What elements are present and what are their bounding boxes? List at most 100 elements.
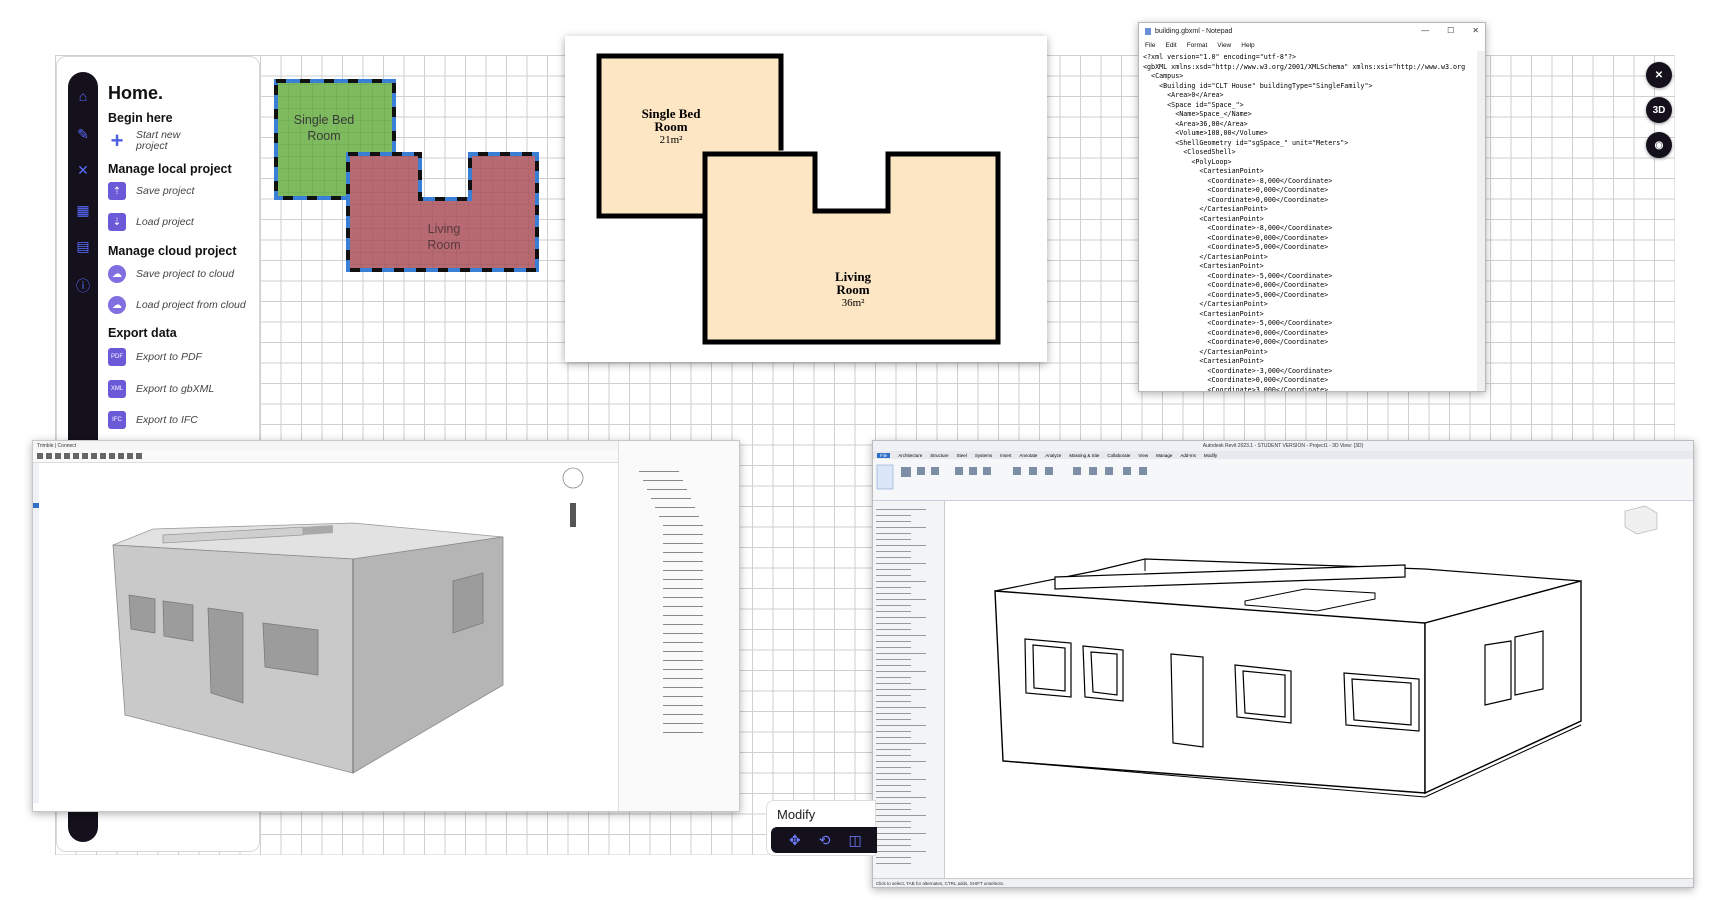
revit-status-bar: Click to select, TAB for alternates, CTR… — [873, 878, 1693, 887]
revit-tab[interactable]: Modify — [1204, 453, 1217, 458]
revit-tab[interactable]: Add-Ins — [1180, 453, 1196, 458]
revit-tab[interactable]: Collaborate — [1107, 453, 1130, 458]
tool-icon[interactable] — [118, 453, 124, 459]
export-ifc-button[interactable]: IFC Export to IFC — [108, 411, 198, 429]
tree-row[interactable] — [663, 588, 703, 589]
home-icon[interactable]: ⌂ — [75, 88, 91, 104]
text-line: </CartesianPoint> — [1143, 347, 1268, 356]
tool-icon[interactable] — [37, 453, 43, 459]
modify-actions: ✥ ⟲ ◫ — [771, 827, 877, 853]
tree-row[interactable] — [647, 489, 687, 490]
export-pdf-button[interactable]: PDF Export to PDF — [108, 348, 202, 366]
tree-row[interactable] — [663, 624, 703, 625]
tree-row[interactable] — [663, 561, 703, 562]
revit-tab[interactable]: Architecture — [898, 453, 922, 458]
tree-row[interactable] — [663, 660, 703, 661]
tool-icon[interactable] — [91, 453, 97, 459]
tree-row[interactable] — [663, 534, 703, 535]
revit-tab[interactable]: File — [877, 452, 891, 458]
notepad-menu-format[interactable]: Format — [1187, 42, 1208, 49]
tree-row[interactable] — [663, 714, 703, 715]
minimize-button[interactable]: — — [1421, 26, 1429, 35]
notepad-menu-file[interactable]: File — [1145, 42, 1155, 49]
tree-row[interactable] — [663, 696, 703, 697]
tree-row[interactable] — [663, 597, 703, 598]
property-row — [876, 677, 911, 678]
tree-row[interactable] — [663, 615, 703, 616]
tree-row[interactable] — [663, 732, 703, 733]
revit-tab[interactable]: Systems — [975, 453, 992, 458]
load-project-button[interactable]: ⇣ Load project — [108, 213, 194, 231]
tree-row[interactable] — [663, 579, 703, 580]
tool-icon[interactable] — [73, 453, 79, 459]
tree-row[interactable] — [639, 471, 679, 472]
property-row — [876, 587, 911, 588]
tree-row[interactable] — [663, 552, 703, 553]
split-icon[interactable]: ◫ — [848, 832, 861, 849]
tree-row[interactable] — [663, 723, 703, 724]
load-from-cloud-button[interactable]: ☁ Load project from cloud — [108, 296, 246, 314]
tree-row[interactable] — [663, 642, 703, 643]
revit-tab[interactable]: Steel — [957, 453, 967, 458]
tree-row[interactable] — [663, 669, 703, 670]
rotate-icon[interactable]: ⟲ — [819, 832, 831, 849]
tree-row[interactable] — [663, 651, 703, 652]
info-icon[interactable]: ⓘ — [75, 278, 91, 294]
revit-tab[interactable]: Structure — [930, 453, 948, 458]
notepad-text-area[interactable]: <?xml version="1.0" encoding="utf-8"?> <g… — [1139, 51, 1485, 391]
tree-row[interactable] — [663, 705, 703, 706]
tree-row[interactable] — [663, 678, 703, 679]
tree-row[interactable] — [663, 543, 703, 544]
edit-icon[interactable]: ✎ — [75, 126, 91, 142]
start-new-project-button[interactable]: + Start new project — [108, 128, 196, 153]
tree-row[interactable] — [663, 687, 703, 688]
revit-tab[interactable]: Analyze — [1045, 453, 1061, 458]
report-icon[interactable]: ▤ — [75, 238, 91, 254]
text-line: <Space id="Space_"> — [1143, 100, 1244, 109]
revit-3d-viewport[interactable] — [945, 501, 1694, 881]
tool-icon[interactable] — [82, 453, 88, 459]
tree-row[interactable] — [663, 606, 703, 607]
text-line: <CartesianPoint> — [1143, 309, 1264, 318]
tools-icon[interactable]: ✕ — [75, 162, 91, 178]
tree-row[interactable] — [663, 633, 703, 634]
export-gbxml-button[interactable]: XML Export to gbXML — [108, 380, 214, 398]
tree-row[interactable] — [655, 507, 695, 508]
notepad-menu-view[interactable]: View — [1217, 42, 1231, 49]
tree-row[interactable] — [663, 525, 703, 526]
save-project-button[interactable]: ⇡ Save project — [108, 182, 194, 200]
notepad-menu-edit[interactable]: Edit — [1165, 42, 1176, 49]
move-icon[interactable]: ✥ — [789, 832, 801, 849]
tree-row[interactable] — [651, 498, 691, 499]
revit-tab[interactable]: Insert — [1000, 453, 1011, 458]
tool-icon[interactable] — [55, 453, 61, 459]
tool-icon[interactable] — [109, 453, 115, 459]
revit-properties-palette[interactable] — [873, 501, 945, 881]
notepad-menu-help[interactable]: Help — [1241, 42, 1254, 49]
tool-icon[interactable] — [136, 453, 142, 459]
trimble-3d-viewport[interactable] — [33, 463, 618, 803]
tool-icon[interactable] — [46, 453, 52, 459]
tool-icon[interactable] — [100, 453, 106, 459]
notepad-scrollbar[interactable] — [1477, 51, 1485, 391]
revit-tab[interactable]: Manage — [1156, 453, 1172, 458]
maximize-button[interactable]: ☐ — [1447, 26, 1454, 35]
ribbon-icons — [876, 464, 1147, 490]
view-cube[interactable] — [1624, 505, 1658, 535]
revit-tab[interactable]: Massing & Site — [1069, 453, 1099, 458]
revit-tab[interactable]: Annotate — [1019, 453, 1037, 458]
tree-row[interactable] — [663, 570, 703, 571]
view-3d-button[interactable]: 3D — [1646, 97, 1672, 123]
property-row — [876, 617, 926, 618]
close-view-button[interactable]: ✕ — [1646, 62, 1672, 88]
tree-row[interactable] — [643, 480, 683, 481]
tree-row[interactable] — [659, 516, 699, 517]
visibility-button[interactable]: ◉ — [1646, 132, 1672, 158]
tool-icon[interactable] — [64, 453, 70, 459]
layout-icon[interactable]: ▦ — [75, 202, 91, 218]
trimble-object-tree[interactable] — [618, 441, 739, 811]
revit-tab[interactable]: View — [1138, 453, 1148, 458]
close-button[interactable]: ✕ — [1472, 26, 1479, 35]
tool-icon[interactable] — [127, 453, 133, 459]
save-to-cloud-button[interactable]: ☁ Save project to cloud — [108, 265, 234, 283]
